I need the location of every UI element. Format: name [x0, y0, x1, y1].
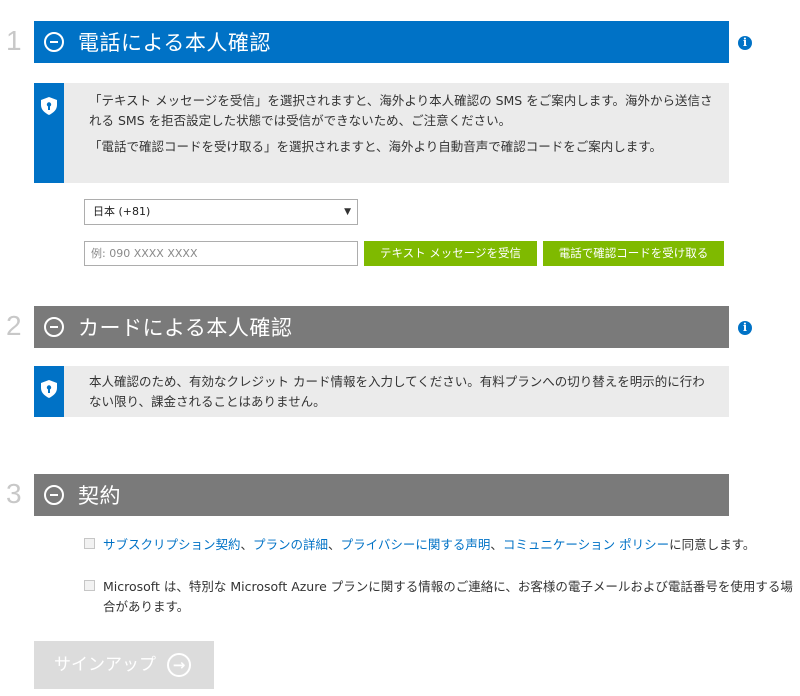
communication-policy-link[interactable]: コミュニケーション ポリシー — [503, 537, 669, 552]
section-title: カードによる本人確認 — [78, 316, 293, 340]
country-code-select[interactable]: 日本 (+81) ▼ — [84, 199, 358, 225]
collapse-icon[interactable] — [44, 485, 64, 505]
call-me-button[interactable]: 電話で確認コードを受け取る — [543, 241, 724, 266]
notice-text-sms: 「テキスト メッセージを受信」を選択されますと、海外より本人確認の SMS をご… — [89, 93, 713, 128]
step-number-2: 2 — [6, 310, 22, 341]
signup-label: サインアップ — [54, 655, 156, 675]
shield-icon — [41, 380, 57, 398]
section-header-phone-verification[interactable]: 電話による本人確認 — [34, 21, 729, 63]
marketing-consent-label: Microsoft は、特別な Microsoft Azure プランに関する情… — [103, 579, 793, 614]
arrow-right-circle-icon: → — [167, 653, 191, 677]
info-icon[interactable]: i — [738, 36, 752, 50]
shield-icon — [41, 97, 57, 115]
collapse-icon[interactable] — [44, 32, 64, 52]
subscription-agreement-link[interactable]: サブスクリプション契約 — [103, 537, 241, 552]
card-notice: 本人確認のため、有効なクレジット カード情報を入力してください。有料プランへの切… — [34, 366, 729, 417]
sms-notice: 「テキスト メッセージを受信」を選択されますと、海外より本人確認の SMS をご… — [34, 83, 729, 183]
collapse-icon[interactable] — [44, 317, 64, 337]
marketing-consent-row: Microsoft は、特別な Microsoft Azure プランに関する情… — [84, 577, 796, 617]
notice-text-call: 「電話で確認コードを受け取る」を選択されますと、海外より自動音声で確認コードをご… — [89, 139, 663, 154]
section-header-agreement[interactable]: 契約 — [34, 474, 729, 516]
info-icon[interactable]: i — [738, 321, 752, 335]
step-number-3: 3 — [6, 478, 22, 509]
section-header-card-verification[interactable]: カードによる本人確認 — [34, 306, 729, 348]
signup-button[interactable]: サインアップ → — [34, 641, 214, 689]
offer-details-link[interactable]: プランの詳細 — [253, 537, 328, 552]
send-text-message-button[interactable]: テキスト メッセージを受信 — [364, 241, 537, 266]
notice-text-card: 本人確認のため、有効なクレジット カード情報を入力してください。有料プランへの切… — [89, 374, 705, 409]
agreement-terms-row: サブスクリプション契約、プランの詳細、プライバシーに関する声明、コミュニケーショ… — [84, 535, 796, 555]
section-title: 契約 — [78, 484, 121, 508]
privacy-statement-link[interactable]: プライバシーに関する声明 — [341, 537, 491, 552]
step-number-1: 1 — [6, 25, 22, 56]
section-title: 電話による本人確認 — [78, 31, 271, 55]
dropdown-arrow-icon: ▼ — [344, 207, 351, 217]
marketing-consent-checkbox[interactable] — [84, 580, 95, 591]
phone-number-input[interactable]: 例: 090 XXXX XXXX — [84, 241, 358, 266]
agree-terms-checkbox[interactable] — [84, 538, 95, 549]
